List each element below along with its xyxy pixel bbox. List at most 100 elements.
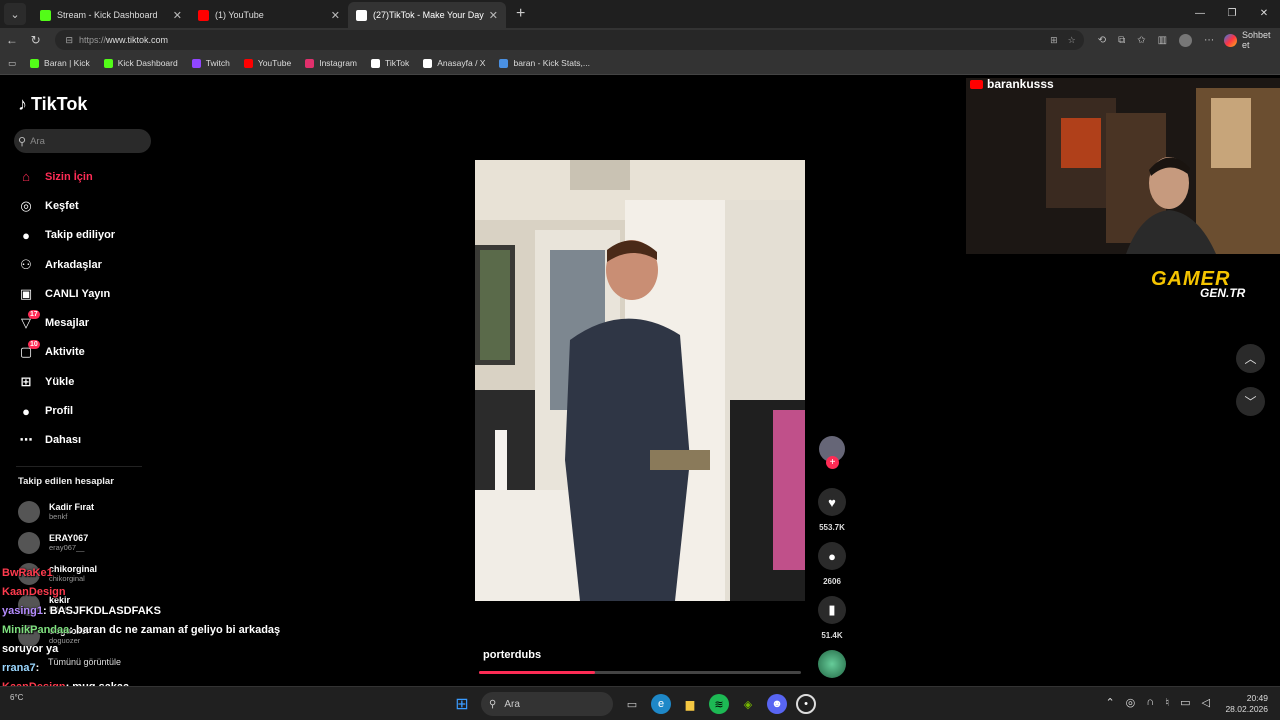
copilot-button[interactable]: Sohbet et [1224,30,1280,50]
bookmark-item[interactable]: YouTube [243,58,291,68]
bookmark-item[interactable]: Kick Dashboard [103,58,178,68]
close-window-icon[interactable]: ✕ [1248,0,1280,26]
bookmark-item[interactable]: Twitch [191,58,230,68]
windows-start-icon[interactable]: ⊞ [452,694,472,714]
sidebar-item[interactable]: ● Takip ediliyor [16,221,176,250]
url-host: www.tiktok.com [106,35,169,45]
tray-chevron-up-icon[interactable]: ⌃ [1105,696,1114,709]
bookmark-item[interactable]: baran - Kick Stats,... [499,58,590,68]
followed-account[interactable]: ERAY067 eray067__ [18,527,158,558]
sidebar-item-label: Keşfet [45,199,79,212]
bookmark-label: Kick Dashboard [117,58,178,68]
video-player[interactable] [475,160,805,601]
video-frame [475,160,805,601]
account-username: benkf [49,512,68,521]
next-video-chevron-down-icon[interactable]: ﹀ [1236,387,1265,416]
site-info-icon[interactable]: ⊟ [65,35,73,46]
tab-list-chevron-icon[interactable]: ⌄ [4,3,26,25]
address-input[interactable]: ⊟ https:// www.tiktok.com ⊞ ☆ [55,30,1084,50]
avatar [18,500,40,523]
back-arrow-icon[interactable]: ← [0,33,24,47]
followed-account[interactable]: Kadir Fırat benkf [18,496,158,527]
bookmark-icon[interactable]: ▮ [818,596,846,624]
maximize-icon[interactable]: ❐ [1216,0,1248,26]
sidebar-item[interactable]: ● Profil [16,396,176,425]
profile-avatar-icon[interactable] [1179,33,1193,47]
like-heart-icon[interactable]: ♥ [818,488,846,516]
bookmark-item[interactable]: Baran | Kick [30,58,90,68]
comment-icon[interactable]: ● [818,542,846,570]
follow-plus-icon[interactable]: + [826,456,839,469]
collections-icon[interactable]: ▥ [1158,35,1167,46]
taskbar-apps: ⊞ ⚲ Ara ▭ e ▆ ≋ ◈ ☻ • [452,692,816,716]
weather-temp: 6°C [10,693,24,702]
browser-tab[interactable]: (1) YouTube ✕ [190,2,348,28]
stream-channel-label: barankusss [970,77,1054,91]
account-username: eray067__ [49,543,85,552]
spotify-icon[interactable]: ≋ [709,694,729,714]
webcam-image [966,78,1280,254]
sidebar-item[interactable]: ⋯ Dahası [16,426,176,455]
refresh-icon[interactable]: ↻ [24,33,48,47]
sidebar-item[interactable]: ▢ 10 Aktivite [16,338,176,367]
taskbar-search-label: Ara [504,698,520,710]
minimize-icon[interactable]: — [1184,0,1216,26]
more-menu-icon[interactable]: ⋯ [1204,35,1214,46]
display-icon[interactable]: ▭ [1180,696,1190,709]
browser-tab-strip: ⌄ Stream - Kick Dashboard ✕ (1) YouTube ✕ (2… [0,0,1280,28]
chat-message: KaanDesign [2,583,280,602]
youtube-icon [970,79,983,89]
clock-time: 20:49 [1246,693,1268,703]
chat-text: soruyor ya [2,643,59,655]
new-tab-button[interactable]: + [516,5,525,23]
upload-icon: ⊞ [20,373,32,389]
favorites-icon[interactable]: ✩ [1137,35,1145,46]
chat-username: rrana7 [2,662,36,674]
bookmark-item[interactable]: Anasayfa / X [423,58,485,68]
sidebar-item-label: Mesajlar [45,317,90,330]
discord-icon[interactable]: ☻ [767,694,787,714]
task-view-icon[interactable]: ▭ [622,694,642,714]
browser-tab[interactable]: Stream - Kick Dashboard ✕ [32,2,190,28]
video-author[interactable]: porterdubs [483,649,541,661]
tiktok-logo[interactable]: ♪ TikTok [18,94,87,115]
volume-icon[interactable]: ◁ [1202,696,1210,709]
file-explorer-icon[interactable]: ▆ [680,694,700,714]
close-tab-icon[interactable]: ✕ [331,9,340,22]
audio-device-icon[interactable]: ◎ [1126,696,1136,709]
favorite-star-icon[interactable]: ☆ [1068,35,1076,46]
close-tab-icon[interactable]: ✕ [489,9,498,22]
previous-video-chevron-up-icon[interactable]: ︿ [1236,344,1265,373]
sidebar-item[interactable]: ▽ 17 Mesajlar [16,308,176,337]
sidebar-toggle-icon[interactable]: ▭ [8,58,16,69]
close-tab-icon[interactable]: ✕ [173,9,182,22]
sidebar-item[interactable]: ⊞ Yükle [16,367,176,396]
microphone-icon[interactable]: ♮ [1165,696,1169,709]
sidebar-item[interactable]: ⌂ Sizin İçin [16,162,176,191]
browser-tab[interactable]: (27)TikTok - Make Your Day ✕ [348,2,506,28]
author-avatar[interactable]: + [819,436,845,469]
tiktok-note-icon: ♪ [18,94,27,114]
weather-widget[interactable]: 6°C [10,693,23,703]
split-screen-icon[interactable]: ⧉ [1118,35,1125,46]
headset-icon[interactable]: ∩ [1146,696,1154,709]
sidebar-item[interactable]: ◎ Keşfet [16,191,176,220]
address-toolbar: ← ↻ ⊟ https:// www.tiktok.com ⊞ ☆ ⟲ ⧉ ✩ … [0,28,1280,52]
x-icon [423,58,433,68]
bookmark-label: Anasayfa / X [437,58,486,68]
chat-message: soruyor ya [2,640,280,659]
taskbar-clock[interactable]: 20:49 28.02.2026 [1225,693,1268,715]
music-disc-icon[interactable] [818,650,846,678]
bookmark-item[interactable]: TikTok [371,58,409,68]
app-grid-icon[interactable]: ⊞ [1050,35,1058,46]
taskbar-search[interactable]: ⚲ Ara [481,692,613,716]
sidebar-item[interactable]: ▣ CANLI Yayın [16,279,176,308]
obs-icon[interactable]: • [796,694,816,714]
edge-browser-icon[interactable]: e [651,694,671,714]
video-progress-bar[interactable] [479,671,801,674]
bookmark-item[interactable]: Instagram [305,58,357,68]
extensions-icon[interactable]: ⟲ [1098,35,1106,46]
sidebar-item[interactable]: ⚇ Arkadaşlar [16,250,176,279]
nvidia-app-icon[interactable]: ◈ [738,694,758,714]
search-input[interactable]: ⚲ Ara [14,129,151,153]
